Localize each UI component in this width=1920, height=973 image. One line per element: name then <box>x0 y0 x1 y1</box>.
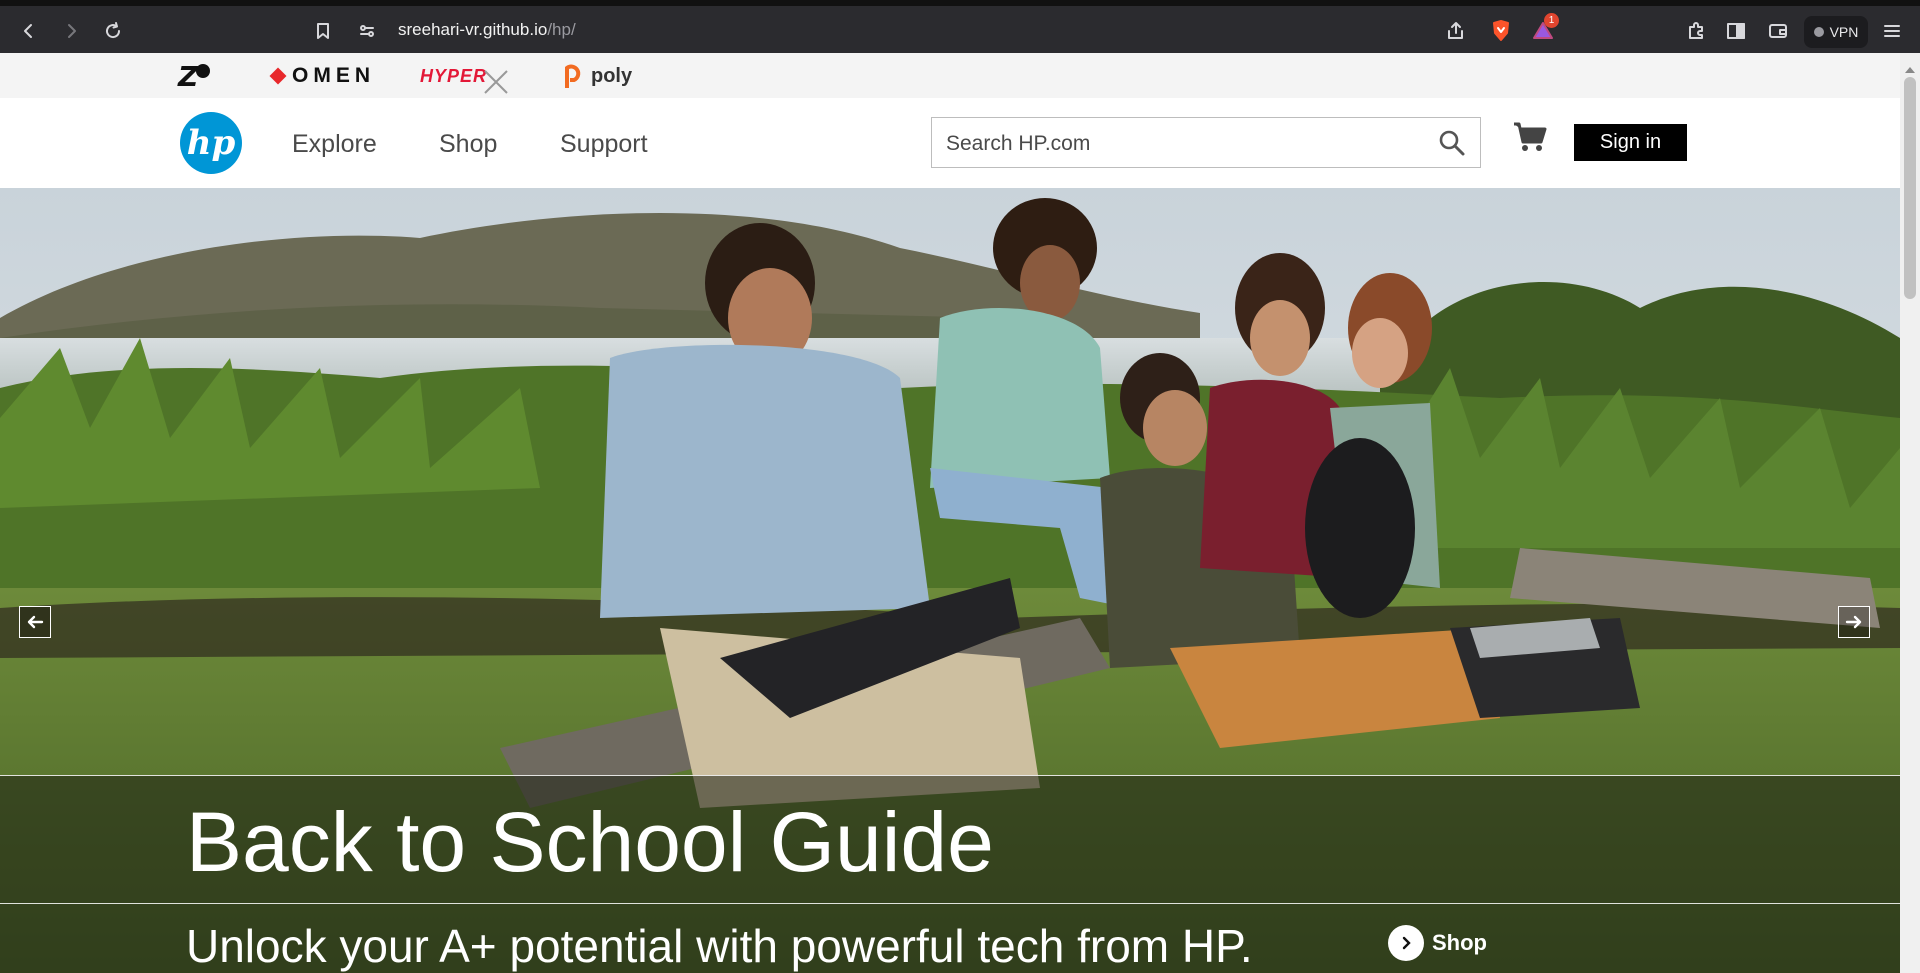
z-hp-mark-icon <box>196 64 211 78</box>
wallet-icon[interactable] <box>1763 16 1793 46</box>
hp-logo-text: hp <box>186 123 236 163</box>
nav-support[interactable]: Support <box>560 130 648 159</box>
poly-mark-icon <box>565 64 581 88</box>
hero-subtitle: Unlock your A+ potential with powerful t… <box>186 920 1253 972</box>
browser-toolbar: sreehari-vr.github.io/hp/ 1 VPN <box>0 0 1920 53</box>
sign-in-button[interactable]: Sign in <box>1574 124 1687 161</box>
page-scrollbar[interactable] <box>1900 53 1920 973</box>
brand-strip: Z OMEN HYPER poly <box>0 53 1900 98</box>
hero-shop-link[interactable]: Shop <box>1388 925 1487 961</box>
reload-icon[interactable] <box>98 16 128 46</box>
hp-logo[interactable]: hp <box>180 112 242 174</box>
chevron-right-icon <box>1388 925 1424 961</box>
scroll-thumb[interactable] <box>1904 77 1916 299</box>
share-icon[interactable] <box>1441 16 1471 46</box>
search-icon[interactable] <box>1438 129 1466 157</box>
brand-omen[interactable]: OMEN <box>269 61 375 91</box>
notification-badge: 1 <box>1544 13 1559 28</box>
site-header: hp Explore Shop Support Sign in <box>0 98 1900 188</box>
brave-shield-icon[interactable] <box>1486 16 1516 46</box>
omen-logo-text: OMEN <box>292 64 375 87</box>
search-input[interactable] <box>944 118 1428 169</box>
z-logo-text: Z <box>178 59 199 93</box>
nav-shop[interactable]: Shop <box>439 130 497 159</box>
hero-caption: Back to School Guide Unlock your A+ pote… <box>0 775 1900 973</box>
carousel-next-button[interactable] <box>1838 606 1870 638</box>
brand-poly[interactable]: poly <box>562 61 632 91</box>
search-box <box>931 117 1481 169</box>
vpn-status-icon <box>1813 27 1824 37</box>
brand-hyperx[interactable]: HYPER <box>420 61 509 94</box>
poly-logo-text: poly <box>591 64 633 87</box>
hero-carousel: Back to School Guide Unlock your A+ pote… <box>0 188 1900 973</box>
extensions-icon[interactable] <box>1681 16 1711 46</box>
carousel-prev-button[interactable] <box>19 606 51 638</box>
hyperx-x-icon <box>484 70 508 94</box>
brand-z-by-hp[interactable]: Z <box>178 59 211 93</box>
sidebar-toggle-icon[interactable] <box>1721 16 1751 46</box>
arrow-left-icon <box>27 615 44 629</box>
scroll-up-icon[interactable] <box>1905 67 1915 73</box>
cart-icon[interactable] <box>1512 120 1548 154</box>
nav-explore[interactable]: Explore <box>292 130 377 159</box>
hero-title: Back to School Guide <box>186 795 994 889</box>
caption-divider <box>0 903 1900 904</box>
url-text[interactable]: sreehari-vr.github.io/hp/ <box>398 20 576 40</box>
site-settings-icon[interactable] <box>352 16 382 46</box>
hyperx-logo-text: HYPER <box>420 65 488 86</box>
menu-icon[interactable] <box>1877 16 1907 46</box>
arrow-right-icon <box>1845 615 1862 629</box>
url-path: /hp/ <box>547 20 576 39</box>
vpn-label: VPN <box>1829 24 1859 40</box>
url-host: sreehari-vr.github.io <box>398 20 548 39</box>
omen-diamond-icon <box>269 67 287 85</box>
back-icon[interactable] <box>14 16 44 46</box>
vpn-button[interactable]: VPN <box>1804 16 1868 48</box>
forward-icon[interactable] <box>56 16 86 46</box>
hero-shop-label: Shop <box>1432 930 1487 955</box>
